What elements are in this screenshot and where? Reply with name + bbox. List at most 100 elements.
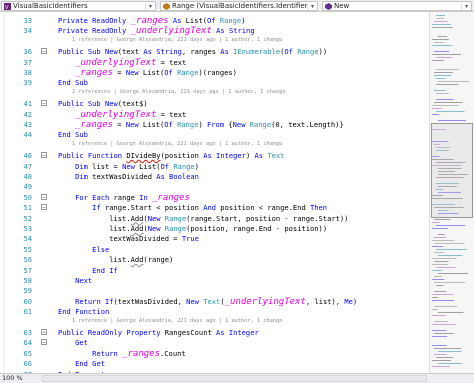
minimap-stroke xyxy=(432,330,447,331)
minimap-stroke xyxy=(432,114,439,115)
line-number: 55 xyxy=(23,244,32,254)
member-label: New xyxy=(334,2,350,10)
minimap-stroke xyxy=(434,333,454,334)
line-number: 46 xyxy=(23,151,32,161)
minimap-stroke xyxy=(432,60,444,61)
minimap-stroke xyxy=(432,27,453,28)
code-text: Public Sub New(text As String, ranges As… xyxy=(58,47,328,57)
project-dropdown[interactable]: V VisualBasicIdentifiers ▾ xyxy=(1,1,156,11)
code-line: 38 _ranges = New List(Of Range)(ranges) xyxy=(0,67,429,78)
code-text: End Get xyxy=(75,359,105,369)
type-dropdown[interactable]: Range (VisualBasicIdentifiers.Identifier… xyxy=(160,1,318,11)
minimap-stroke xyxy=(434,348,462,349)
collapse-icon[interactable]: − xyxy=(41,339,47,346)
code-line: 47 Dim list = New List(Of Range) xyxy=(0,161,429,172)
minimap-stroke xyxy=(432,270,442,271)
minimap-stroke xyxy=(432,24,451,25)
minimap-stroke xyxy=(432,39,449,40)
code-line: 42 _underlyingText = text xyxy=(0,109,429,120)
line-number: 37 xyxy=(23,57,32,67)
collapse-icon[interactable]: − xyxy=(41,48,47,55)
line-number: 65 xyxy=(23,348,32,358)
line-number: 63 xyxy=(23,328,32,337)
line-number: 48 xyxy=(23,172,32,181)
minimap-stroke xyxy=(434,291,447,292)
collapse-icon[interactable]: − xyxy=(41,152,47,159)
code-text: list.Add(New Range(position, range.End -… xyxy=(58,224,328,233)
minimap-stroke xyxy=(436,15,446,16)
codelens-text[interactable]: 2 references | George Alexandria, 221 da… xyxy=(72,88,286,97)
minimap-stroke xyxy=(438,351,462,352)
minimap-stroke xyxy=(432,297,439,298)
project-label: VisualBasicIdentifiers xyxy=(13,2,88,10)
minimap-stroke xyxy=(432,105,459,106)
minimap-stroke xyxy=(436,285,444,286)
minimap-stroke xyxy=(436,225,466,226)
collapse-icon[interactable]: − xyxy=(41,193,47,200)
code-text: Dim list = New List(Of Range) xyxy=(75,161,199,171)
minimap-stroke xyxy=(434,243,465,244)
codelens-text[interactable]: 1 reference | George Alexandria, 221 day… xyxy=(72,36,282,45)
code-line: 54 textWasDivided = True xyxy=(0,233,429,244)
minimap-stroke xyxy=(432,228,449,229)
minimap-stroke xyxy=(432,300,455,301)
code-line: 53 list.Add(New Range(position, range.En… xyxy=(0,223,429,234)
minimap-stroke xyxy=(438,81,470,82)
line-number: 39 xyxy=(23,78,32,88)
line-number: 49 xyxy=(23,182,32,192)
code-line: 36 − Public Sub New(text As String, ranges… xyxy=(0,46,429,57)
code-line: 48 Dim textWasDivided As Boolean xyxy=(0,171,429,182)
minimap-stroke xyxy=(434,21,448,22)
minimap-stroke xyxy=(432,279,445,280)
code-text: Dim textWasDivided As Boolean xyxy=(75,172,199,181)
collapse-icon[interactable]: − xyxy=(41,329,47,336)
code-text: Get xyxy=(75,338,88,348)
code-text: Public ReadOnly Property RangesCount As … xyxy=(58,328,259,337)
code-text: End Function xyxy=(58,307,110,317)
code-line: 41 − Public Sub New(text$) xyxy=(0,98,429,109)
minimap-stroke xyxy=(434,306,458,307)
minimap-stroke xyxy=(434,72,453,73)
code-text: list.Add(range) xyxy=(58,255,174,265)
minimap-stroke xyxy=(434,90,446,91)
codelens-text[interactable]: 1 reference | George Alexandria, 221 day… xyxy=(72,140,282,149)
minimap-stroke xyxy=(432,258,457,259)
minimap-stroke xyxy=(432,345,447,346)
member-dropdown[interactable]: New ▾ xyxy=(322,1,472,11)
minimap-stroke xyxy=(434,321,448,322)
minimap-stroke xyxy=(432,366,450,367)
scrollbar-thumb[interactable] xyxy=(431,123,473,218)
navigation-bar: V VisualBasicIdentifiers ▾ Range (Visual… xyxy=(0,0,474,12)
vertical-scrollbar-minimap[interactable] xyxy=(429,12,474,373)
minimap-stroke xyxy=(434,354,447,355)
zoom-level[interactable]: 100 % xyxy=(2,374,23,383)
code-line: 64 − Get xyxy=(0,337,429,348)
codelens-text[interactable]: 1 reference | George Alexandria, 221 day… xyxy=(72,317,282,326)
line-number: 64 xyxy=(23,338,32,348)
line-number: 47 xyxy=(23,161,32,171)
code-line: 59 xyxy=(0,285,429,296)
minimap-stroke xyxy=(432,264,449,265)
minimap-stroke xyxy=(434,102,463,103)
collapse-icon[interactable]: − xyxy=(41,100,47,107)
minimap-stroke xyxy=(436,78,446,79)
code-line: 66 End Get xyxy=(0,358,429,369)
codelens-annotation: 2 references | George Alexandria, 221 da… xyxy=(0,88,429,99)
line-number: 59 xyxy=(23,286,32,296)
collapse-icon[interactable]: − xyxy=(41,204,47,211)
line-number: 44 xyxy=(23,130,32,140)
line-number: 33 xyxy=(23,16,32,25)
line-number: 56 xyxy=(23,255,32,265)
minimap-stroke xyxy=(438,363,463,364)
minimap-stroke xyxy=(436,84,459,85)
minimap-stroke xyxy=(432,324,456,325)
code-editor[interactable]: 33 Private ReadOnly _ranges As List(Of Ra… xyxy=(0,12,429,373)
chevron-down-icon: ▾ xyxy=(461,2,471,10)
code-line: 49 xyxy=(0,181,429,192)
line-number: 57 xyxy=(23,265,32,275)
method-icon xyxy=(325,2,332,10)
code-line: 60 Return If(textWasDivided, New Text(_u… xyxy=(0,296,429,307)
minimap-stroke xyxy=(436,93,449,94)
line-number: 58 xyxy=(23,276,32,285)
horizontal-scrollbar[interactable] xyxy=(42,375,427,382)
